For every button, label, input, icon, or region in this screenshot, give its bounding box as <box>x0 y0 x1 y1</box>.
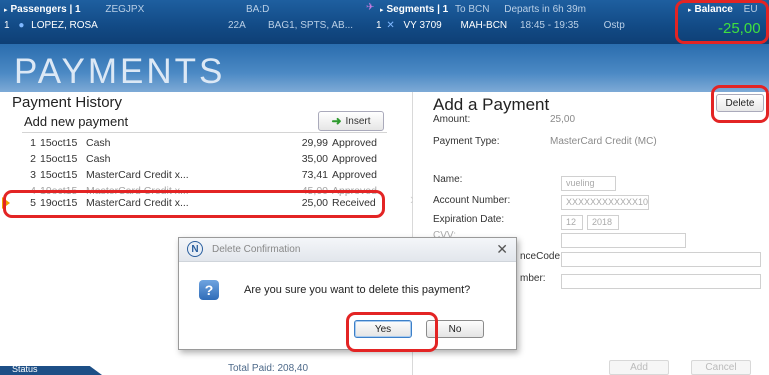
cancel-button[interactable]: Cancel <box>691 360 751 375</box>
row-index: 1 <box>30 137 36 149</box>
row-type: MasterCard Credit x... <box>86 169 189 181</box>
passengers-label[interactable]: Passengers | 1 <box>11 4 81 15</box>
dialog-message: Are you sure you want to delete this pay… <box>244 284 471 296</box>
cancel-label: Cancel <box>705 362 737 373</box>
amount-value: 25,00 <box>550 114 576 125</box>
row-type: Cash <box>86 153 111 165</box>
record-locator: ZEGJPX <box>105 4 145 15</box>
seat-number: 22A <box>228 20 246 31</box>
flight-icon: ✕ <box>386 20 395 31</box>
account-number-field[interactable]: XXXXXXXXXXXX1001 <box>561 195 649 210</box>
payment-row[interactable]: 1 15oct15 Cash 29,99 Approved <box>0 136 400 152</box>
expiration-label: Expiration Date: <box>433 214 505 225</box>
yes-button-highlight <box>346 312 438 352</box>
page-title: PAYMENTS <box>14 52 226 91</box>
dialog-title: Delete Confirmation <box>212 244 301 255</box>
ssr-list: BAG1, SPTS, AB... <box>268 20 354 31</box>
segment-row[interactable]: 1 ✕ VY 3709 MAH-BCN 18:45 - 19:35 Ostp <box>376 20 625 31</box>
row-amount: 35,00 <box>301 153 328 165</box>
question-icon: ? <box>199 280 219 300</box>
name-label: Name: <box>433 174 463 185</box>
cvv-field[interactable] <box>561 233 686 248</box>
row-date: 15oct15 <box>40 137 78 149</box>
number-label: mber: <box>520 273 546 284</box>
expiration-month-field[interactable]: 12 <box>561 215 583 230</box>
payment-history-title: Payment History <box>12 94 123 111</box>
insert-label: Insert <box>345 115 371 127</box>
segments-row: ▸ Segments | 1 To BCN Departs in 6h 39m <box>380 4 586 15</box>
person-icon: ● <box>18 20 25 31</box>
row-status: Approved <box>332 169 377 181</box>
top-bar: ▸ Passengers | 1 ZEGJPX BA:D 1 ● LOPEZ, R… <box>0 0 769 44</box>
delete-highlight <box>711 85 769 123</box>
expand-arrow-icon[interactable]: ▸ <box>380 7 384 14</box>
expand-arrow-icon[interactable]: ▸ <box>4 7 8 14</box>
balance-highlight <box>675 0 769 44</box>
name-field[interactable]: vueling <box>561 176 616 191</box>
insert-button[interactable]: ➜ Insert <box>318 111 384 131</box>
row-date: 15oct15 <box>40 153 78 165</box>
no-label: No <box>448 323 462 335</box>
ba-label: BA:D <box>246 4 270 15</box>
route: MAH-BCN <box>460 20 508 31</box>
passenger-name: LOPEZ, ROSA <box>31 20 98 31</box>
title-band: PAYMENTS <box>0 44 769 92</box>
row-date: 15oct15 <box>40 169 78 181</box>
add-payment-title: Add a Payment <box>433 95 550 114</box>
plane-icon: ✈ <box>366 2 375 13</box>
flight-times: 18:45 - 19:35 <box>519 20 579 31</box>
row-amount: 73,41 <box>301 169 328 181</box>
amount-label: Amount: <box>433 114 471 125</box>
payment-type-value: MasterCard Credit (MC) <box>550 136 657 147</box>
selected-row-highlight <box>3 190 385 218</box>
add-button[interactable]: Add <box>609 360 669 375</box>
row-status: Approved <box>332 137 377 149</box>
payment-row[interactable]: 3 15oct15 MasterCard Credit x... 73,41 A… <box>0 168 400 184</box>
insert-arrow-icon: ➜ <box>331 114 342 128</box>
dialog-title-bar[interactable]: N Delete Confirmation ✕ <box>179 238 516 262</box>
row-type: Cash <box>86 137 111 149</box>
row-status: Approved <box>332 153 377 165</box>
total-paid: Total Paid: 208,40 <box>228 363 309 374</box>
close-icon[interactable]: ✕ <box>496 241 508 258</box>
payment-row[interactable]: 2 15oct15 Cash 35,00 Approved <box>0 152 400 168</box>
row-index: 2 <box>30 153 36 165</box>
departs-in: Departs in 6h 39m <box>504 4 586 15</box>
payment-type-label: Payment Type: <box>433 136 500 147</box>
segments-destination: To BCN <box>455 4 490 15</box>
row-amount: 29,99 <box>301 137 328 149</box>
segment-count: 1 <box>376 20 382 31</box>
passengers-row: ▸ Passengers | 1 ZEGJPX BA:D <box>4 4 269 15</box>
number-field[interactable] <box>561 274 761 289</box>
add-label: Add <box>630 362 648 373</box>
app-logo-icon: N <box>187 241 203 257</box>
account-number-label: Account Number: <box>433 195 511 206</box>
status-tab[interactable]: Status <box>0 366 102 375</box>
flight-number: VY 3709 <box>403 20 442 31</box>
passenger-number: 1 <box>4 20 10 31</box>
row-index: 3 <box>30 169 36 181</box>
reference-code-field[interactable] <box>561 252 761 267</box>
segments-label[interactable]: Segments | 1 <box>387 4 449 15</box>
reference-code-label: nceCode <box>520 251 561 262</box>
add-new-payment-label: Add new payment <box>24 114 129 129</box>
expiration-year-field[interactable]: 2018 <box>587 215 619 230</box>
passenger-row[interactable]: 1 ● LOPEZ, ROSA <box>4 20 98 31</box>
ostp-label: Ostp <box>603 20 625 31</box>
divider-line <box>22 132 387 133</box>
